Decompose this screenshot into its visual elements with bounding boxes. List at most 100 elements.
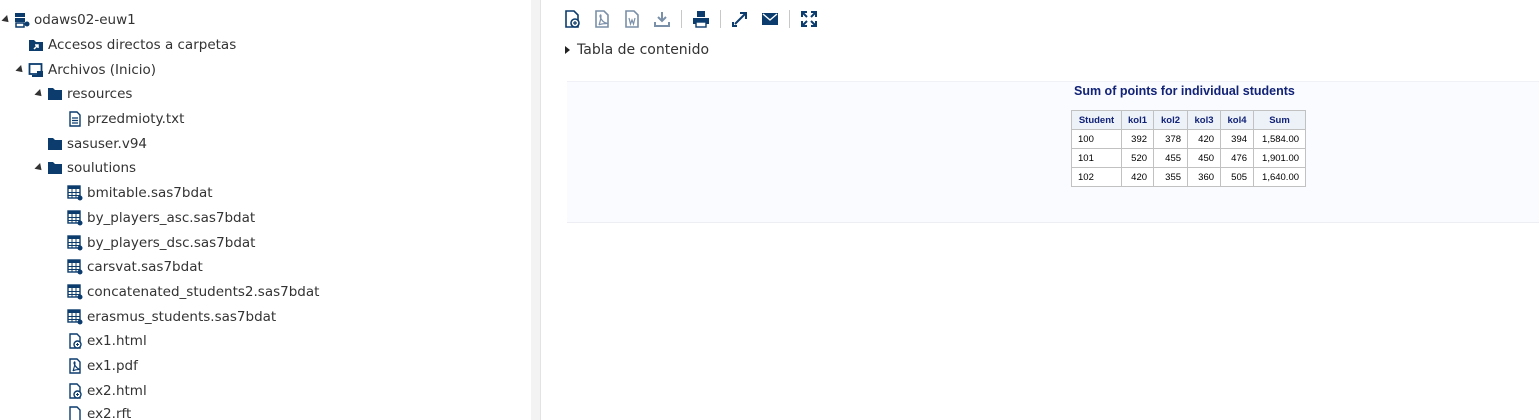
tree-item-file[interactable]: ex1.html [67, 329, 147, 353]
table-cell: 394 [1220, 129, 1255, 149]
tree-item-label: concatenated_students2.sas7bdat [87, 284, 320, 300]
tree-item-label: erasmus_students.sas7bdat [87, 309, 277, 325]
sas-table-icon [67, 210, 83, 226]
sas-table-icon [67, 309, 83, 325]
table-cell: 420 [1120, 167, 1155, 187]
tree-item-label: by_players_asc.sas7bdat [87, 210, 256, 226]
table-cell: 476 [1220, 148, 1255, 168]
expand-triangle-icon [565, 46, 570, 54]
collapse-icon[interactable] [0, 15, 12, 25]
table-cell: 450 [1187, 148, 1222, 168]
table-cell: 1,640.00 [1253, 167, 1307, 187]
table-header-row: Student kol1 kol2 kol3 kol4 Sum [1071, 110, 1307, 130]
table-row: 101 520 455 450 476 1,901.00 [1071, 148, 1307, 168]
column-header: kol3 [1187, 110, 1222, 130]
table-cell: 378 [1153, 129, 1189, 149]
tree-item-home[interactable]: Archivos (Inicio) [14, 58, 156, 82]
toolbar-separator [789, 10, 790, 28]
tree-item-resources[interactable]: resources [33, 82, 132, 106]
table-cell: 455 [1153, 148, 1189, 168]
tree-item-file[interactable]: ex1.pdf [67, 354, 138, 378]
results-pane: Tabla de contenido Sum of points for ind… [541, 0, 1539, 420]
print-icon[interactable] [690, 8, 712, 30]
report-title: Sum of points for individual students [1074, 84, 1295, 98]
tree-item-folder-shortcuts[interactable]: Accesos directos a carpetas [28, 33, 236, 57]
folder-icon [47, 86, 63, 102]
download-icon[interactable] [651, 8, 673, 30]
column-header: Student [1071, 110, 1122, 130]
table-cell: 102 [1071, 167, 1122, 187]
tree-item-file[interactable]: concatenated_students2.sas7bdat [67, 280, 319, 304]
sas-table-icon [67, 284, 83, 300]
table-cell: 360 [1187, 167, 1222, 187]
text-file-icon [67, 111, 83, 127]
results-toolbar [561, 8, 828, 30]
tree-item-file[interactable]: erasmus_students.sas7bdat [67, 305, 276, 329]
collapse-icon[interactable] [33, 163, 45, 173]
table-cell: 100 [1071, 129, 1122, 149]
html-file-icon [67, 333, 83, 349]
tree-item-label: Archivos (Inicio) [48, 62, 157, 78]
tree-item-file[interactable]: bmitable.sas7bdat [67, 181, 213, 205]
tree-item-file[interactable]: ex2.rft [67, 402, 131, 420]
folder-icon [47, 136, 63, 152]
tree-item-label: sasuser.v94 [67, 136, 148, 152]
sas-table-icon [67, 185, 83, 201]
pdf-download-icon[interactable] [591, 8, 613, 30]
tree-item-label: przedmioty.txt [87, 111, 185, 127]
tree-item-sasuser[interactable]: sasuser.v94 [47, 132, 147, 156]
tree-item-label: by_players_dsc.sas7bdat [87, 235, 256, 251]
html-download-icon[interactable] [561, 8, 583, 30]
table-cell: 420 [1187, 129, 1222, 149]
tree-item-label: soulutions [67, 160, 137, 176]
toolbar-separator [720, 10, 721, 28]
tree-item-label: carsvat.sas7bdat [87, 259, 203, 275]
tree-item-label: ex2.rft [87, 406, 132, 420]
column-header: kol1 [1120, 110, 1155, 130]
tree-item-file[interactable]: by_players_asc.sas7bdat [67, 206, 255, 230]
tree-item-soulutions[interactable]: soulutions [33, 156, 136, 180]
home-folder-icon [28, 62, 44, 78]
folder-shortcut-icon [28, 37, 44, 53]
tree-item-file[interactable]: carsvat.sas7bdat [67, 255, 203, 279]
column-header: Sum [1253, 110, 1307, 130]
tree-item-file[interactable]: ex2.html [67, 379, 147, 403]
tree-item-label: ex1.html [87, 333, 147, 349]
column-header: kol4 [1220, 110, 1255, 130]
tree-item-file[interactable]: przedmioty.txt [67, 107, 184, 131]
sas-table-icon [67, 259, 83, 275]
table-of-contents-toggle[interactable]: Tabla de contenido [565, 41, 709, 59]
toc-label: Tabla de contenido [577, 42, 710, 58]
collapse-icon[interactable] [33, 89, 45, 99]
tree-item-label: Accesos directos a carpetas [48, 37, 237, 53]
rtf-download-icon[interactable] [621, 8, 643, 30]
toolbar-separator [681, 10, 682, 28]
email-icon[interactable] [759, 8, 781, 30]
table-cell: 520 [1120, 148, 1155, 168]
table-cell: 1,901.00 [1253, 148, 1307, 168]
tree-item-server[interactable]: odaws02-euw1 [0, 8, 136, 32]
table-row: 102 420 355 360 505 1,640.00 [1071, 167, 1307, 187]
expand-icon[interactable] [798, 8, 820, 30]
tree-item-label: resources [67, 86, 133, 102]
pane-splitter[interactable] [531, 0, 541, 420]
collapse-icon[interactable] [14, 65, 26, 75]
file-tree-pane: odaws02-euw1 Accesos directos a carpetas… [0, 0, 532, 420]
table-row: 100 392 378 420 394 1,584.00 [1071, 129, 1307, 149]
server-icon [14, 12, 30, 28]
open-new-window-icon[interactable] [729, 8, 751, 30]
table-cell: 355 [1153, 167, 1189, 187]
table-cell: 392 [1120, 129, 1155, 149]
column-header: kol2 [1153, 110, 1189, 130]
table-cell: 505 [1220, 167, 1255, 187]
tree-item-label: odaws02-euw1 [34, 12, 136, 28]
tree-item-file[interactable]: by_players_dsc.sas7bdat [67, 231, 255, 255]
tree-item-label: ex2.html [87, 383, 147, 399]
html-file-icon [67, 383, 83, 399]
results-table: Student kol1 kol2 kol3 kol4 Sum 100 392 … [1071, 110, 1307, 187]
file-icon [67, 406, 83, 420]
pdf-file-icon [67, 358, 83, 374]
sas-table-icon [67, 235, 83, 251]
table-cell: 1,584.00 [1253, 129, 1307, 149]
table-cell: 101 [1071, 148, 1122, 168]
